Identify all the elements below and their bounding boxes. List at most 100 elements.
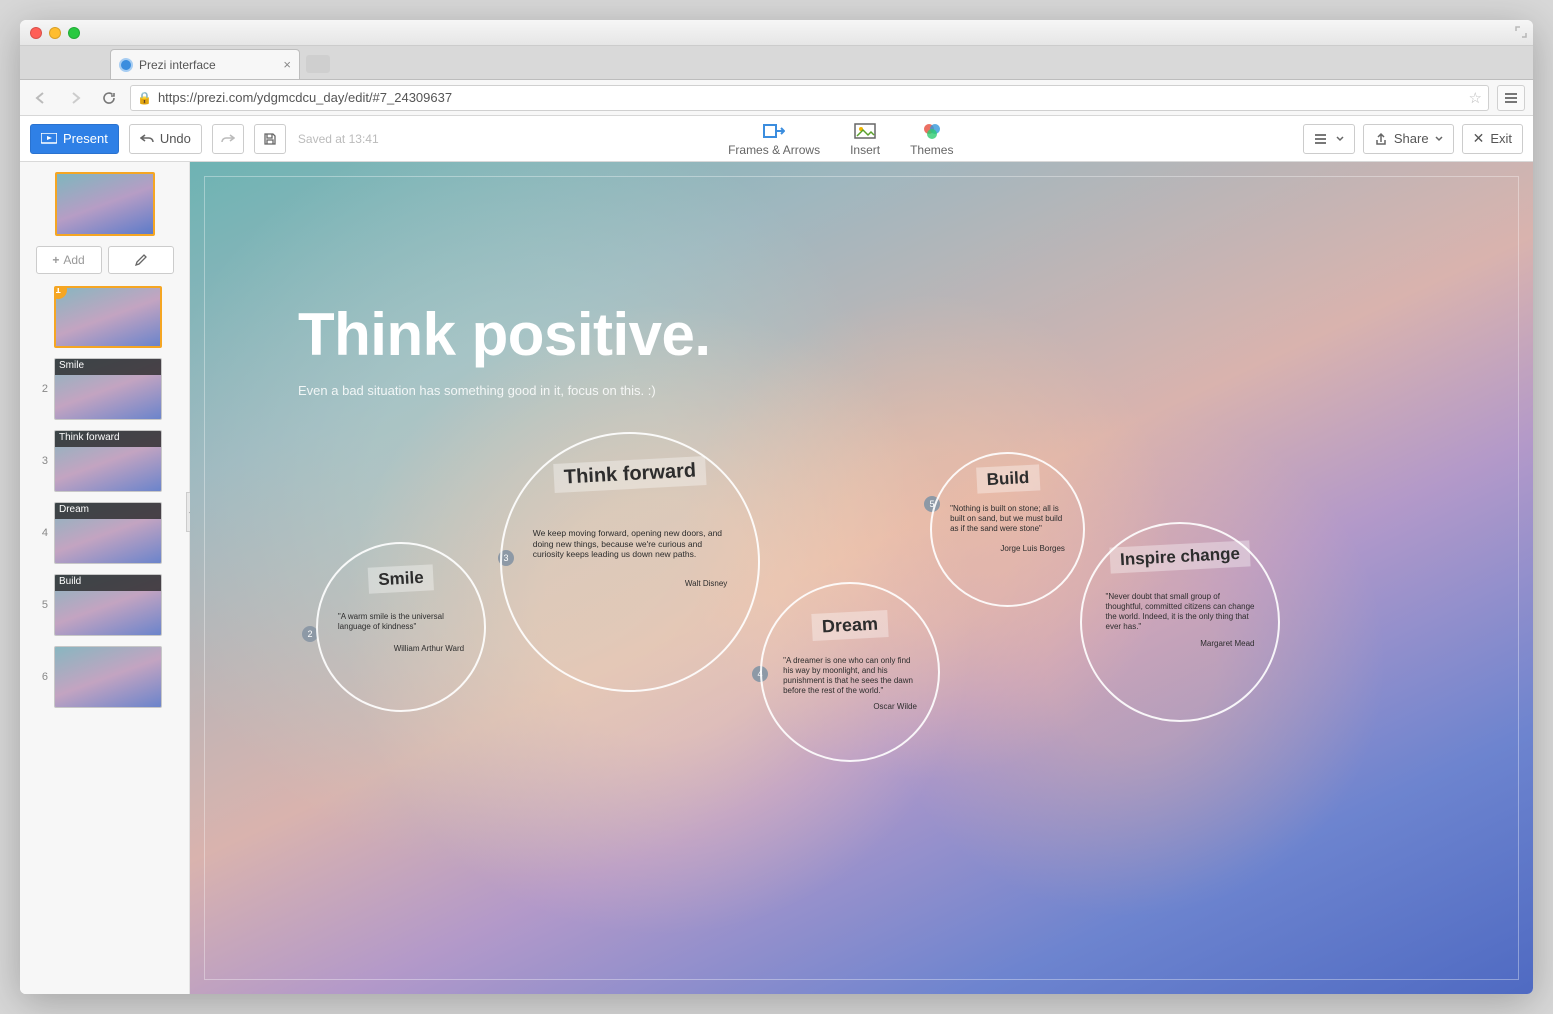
browser-tab[interactable]: Prezi interface × [110, 49, 300, 79]
undo-icon [140, 133, 154, 145]
thumb-index: 6 [34, 671, 48, 683]
thumbnail-row: 5 Build [20, 574, 189, 636]
thumb-badge: 1 [54, 286, 67, 299]
frames-arrows-button[interactable]: Frames & Arrows [728, 121, 820, 157]
themes-label: Themes [910, 143, 953, 157]
window-controls [30, 27, 80, 39]
new-tab-button[interactable] [306, 55, 330, 73]
toolbar-center: Frames & Arrows Insert Themes [728, 121, 953, 157]
url-text: https://prezi.com/ydgmcdcu_day/edit/#7_2… [158, 90, 452, 105]
redo-button[interactable] [212, 124, 244, 154]
mac-titlebar [20, 20, 1533, 46]
frame-title: Inspire change [1109, 540, 1250, 573]
edit-path-button[interactable] [108, 246, 174, 274]
frame-think-forward[interactable]: Think forward We keep moving forward, op… [500, 432, 760, 692]
browser-window: Prezi interface × 🔒 https://prezi.com/yd… [20, 20, 1533, 994]
thumbnail-row: 2 Smile [20, 358, 189, 420]
path-sidebar: + Add 1 2 Smile 3 [20, 162, 190, 994]
present-label: Present [63, 131, 108, 146]
frame-author: William Arthur Ward [338, 644, 464, 653]
overview-thumbnail[interactable] [55, 172, 155, 236]
hamburger-icon [1314, 134, 1330, 144]
frame-author: Walt Disney [533, 579, 728, 588]
frames-arrows-icon [763, 121, 785, 141]
exit-button[interactable]: ✕ Exit [1462, 124, 1523, 154]
frame-quote: "Nothing is built on stone; all is built… [950, 504, 1065, 534]
frame-quote: "A dreamer is one who can only find his … [783, 656, 917, 696]
path-thumbnail-3[interactable]: Think forward [54, 430, 162, 492]
frame-title: Smile [368, 564, 435, 593]
save-status: Saved at 13:41 [298, 132, 379, 146]
minimize-window-button[interactable] [49, 27, 61, 39]
canvas-viewport[interactable]: Think positive. Even a bad situation has… [190, 162, 1533, 994]
path-thumbnail-6[interactable] [54, 646, 162, 708]
frame-inspire-change[interactable]: Inspire change "Never doubt that small g… [1080, 522, 1280, 722]
chevron-down-icon [1435, 136, 1443, 142]
canvas-background: Think positive. Even a bad situation has… [190, 162, 1533, 994]
frames-arrows-label: Frames & Arrows [728, 143, 820, 157]
chevron-down-icon [1336, 136, 1344, 142]
lock-icon: 🔒 [137, 91, 152, 105]
thumb-label: Build [55, 575, 161, 591]
path-thumbnail-4[interactable]: Dream [54, 502, 162, 564]
reload-button[interactable] [96, 85, 122, 111]
frame-title: Build [976, 464, 1040, 493]
presentation-title: Think positive. [298, 300, 711, 369]
add-label: Add [63, 253, 84, 267]
frame-author: Jorge Luis Borges [950, 544, 1065, 553]
save-icon [263, 132, 277, 146]
thumbnail-row: 6 [20, 646, 189, 708]
title-block[interactable]: Think positive. Even a bad situation has… [298, 300, 711, 398]
tab-close-icon[interactable]: × [283, 57, 291, 72]
exit-label: Exit [1490, 131, 1512, 146]
close-window-button[interactable] [30, 27, 42, 39]
undo-button[interactable]: Undo [129, 124, 202, 154]
frame-title: Dream [811, 610, 888, 641]
insert-label: Insert [850, 143, 880, 157]
thumb-index: 2 [34, 383, 48, 395]
frame-build[interactable]: Build "Nothing is built on stone; all is… [930, 452, 1085, 607]
share-button[interactable]: Share [1363, 124, 1454, 154]
present-icon [41, 133, 57, 145]
bookmark-star-icon[interactable]: ☆ [1469, 89, 1482, 107]
thumbnail-row: 3 Think forward [20, 430, 189, 492]
address-bar[interactable]: 🔒 https://prezi.com/ydgmcdcu_day/edit/#7… [130, 85, 1489, 111]
prezi-favicon-icon [119, 58, 133, 72]
frame-dream[interactable]: Dream "A dreamer is one who can only fin… [760, 582, 940, 762]
frame-author: Oscar Wilde [783, 702, 917, 711]
close-icon: ✕ [1473, 130, 1485, 147]
thumb-index: 5 [34, 599, 48, 611]
path-thumbnail-2[interactable]: Smile [54, 358, 162, 420]
browser-tab-strip: Prezi interface × [20, 46, 1533, 80]
forward-button[interactable] [62, 85, 88, 111]
insert-icon [854, 121, 876, 141]
undo-label: Undo [160, 131, 191, 146]
prezi-toolbar: Present Undo Saved at 13:41 Frames & Arr… [20, 116, 1533, 162]
path-thumbnail-1[interactable]: 1 [54, 286, 162, 348]
presentation-subtitle: Even a bad situation has something good … [298, 383, 711, 398]
path-thumbnails: 1 2 Smile 3 Think forward 4 Dream 5 B [20, 286, 189, 708]
save-button[interactable] [254, 124, 286, 154]
themes-icon [921, 121, 943, 141]
zoom-window-button[interactable] [68, 27, 80, 39]
themes-button[interactable]: Themes [910, 121, 953, 157]
back-button[interactable] [28, 85, 54, 111]
present-button[interactable]: Present [30, 124, 119, 154]
path-thumbnail-5[interactable]: Build [54, 574, 162, 636]
add-frame-button[interactable]: + Add [36, 246, 102, 274]
share-icon [1374, 132, 1388, 146]
thumb-label: Smile [55, 359, 161, 375]
settings-menu-button[interactable] [1303, 124, 1355, 154]
browser-toolbar: 🔒 https://prezi.com/ydgmcdcu_day/edit/#7… [20, 80, 1533, 116]
insert-button[interactable]: Insert [850, 121, 880, 157]
tab-title: Prezi interface [139, 58, 216, 72]
frame-smile[interactable]: Smile "A warm smile is the universal lan… [316, 542, 486, 712]
thumb-label: Think forward [55, 431, 161, 447]
chrome-menu-button[interactable] [1497, 85, 1525, 111]
fullscreen-icon[interactable] [1515, 26, 1527, 38]
toolbar-right: Share ✕ Exit [1303, 124, 1523, 154]
plus-icon: + [52, 253, 59, 267]
share-label: Share [1394, 131, 1429, 146]
thumb-index: 3 [34, 455, 48, 467]
thumb-label: Dream [55, 503, 161, 519]
